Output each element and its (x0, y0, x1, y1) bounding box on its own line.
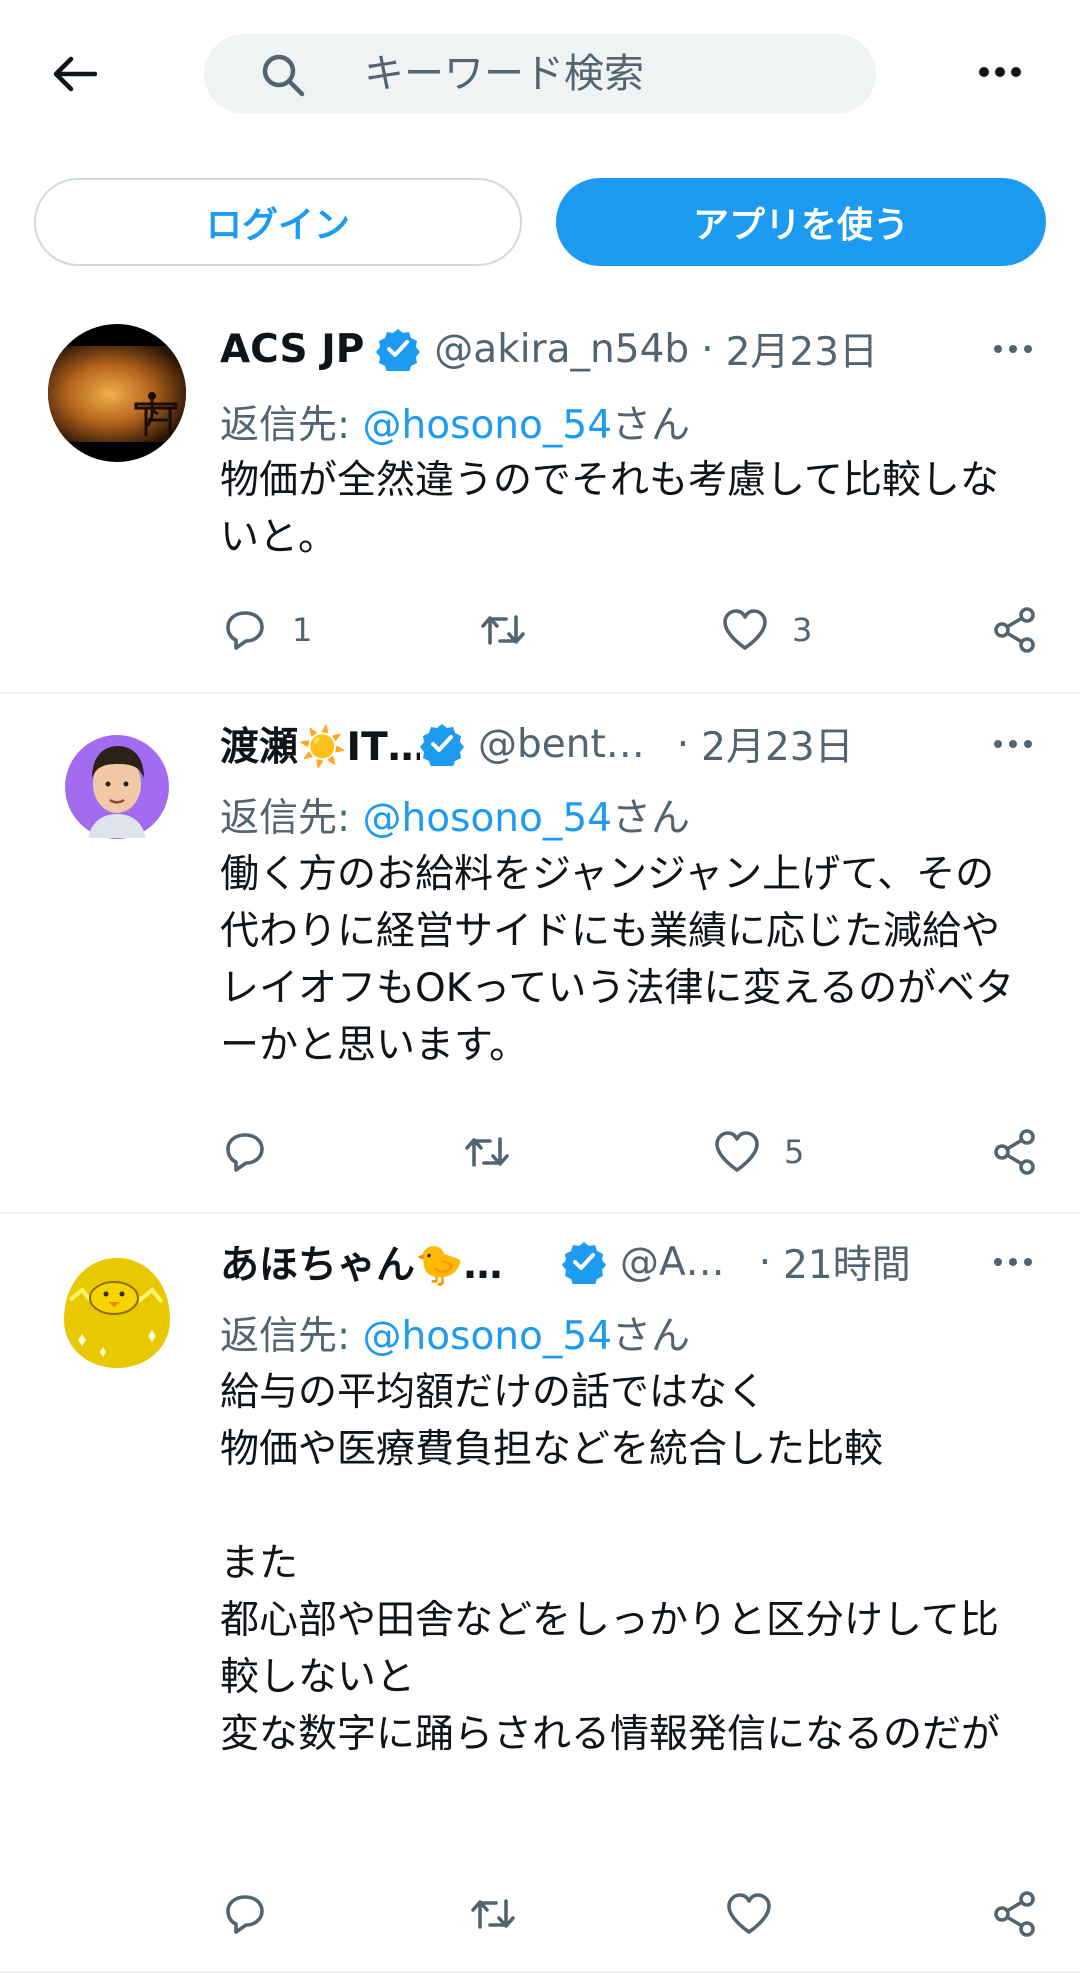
reply-icon (226, 611, 264, 650)
reply-icon (226, 1133, 264, 1172)
reply-to-line: 返信先: @hosono_54さん (220, 1305, 690, 1361)
tweet[interactable]: ACS JP @akira_n54b · 2月23日 返信先: @hosono_… (0, 298, 1080, 694)
tweet-more-icon[interactable] (988, 719, 1038, 769)
separator-dot: · (676, 721, 690, 767)
heart-icon (723, 609, 767, 650)
search-icon (260, 52, 306, 98)
verified-badge-icon (562, 1242, 606, 1284)
reply-button[interactable]: 1 (220, 602, 312, 658)
tweet-actions: 5 (220, 1124, 1040, 1180)
display-name[interactable]: ACS JP (220, 327, 364, 372)
reply-to-suffix: さん (612, 403, 691, 448)
reply-count: 1 (292, 611, 313, 649)
share-icon (994, 1891, 1035, 1937)
tweet-text: 給与の平均額だけの話ではなく 物価や医療費負担などを統合した比較 また 都心部や… (220, 1370, 1001, 1757)
like-button[interactable]: 5 (712, 1124, 804, 1180)
user-handle[interactable]: @akira_n54b (434, 327, 689, 372)
tweet[interactable]: 渡瀬☀️IT… @bent… · 2月23日 返信先: @hosono_54さん… (0, 694, 1080, 1214)
like-button[interactable] (724, 1886, 796, 1942)
share-icon (994, 1129, 1035, 1175)
tweet-header: 渡瀬☀️IT… @bent… · 2月23日 (220, 714, 1040, 774)
like-count: 5 (784, 1133, 805, 1171)
search-input[interactable] (364, 34, 844, 114)
reply-to-label: 返信先: (220, 1314, 363, 1359)
avatar[interactable] (48, 718, 186, 856)
share-button[interactable] (990, 1124, 1040, 1180)
reply-button[interactable] (220, 1124, 292, 1180)
user-handle[interactable]: @bent… (478, 722, 645, 767)
use-app-button[interactable]: アプリを使う (556, 178, 1046, 266)
tweet-more-icon[interactable] (988, 1237, 1038, 1287)
reply-to-line: 返信先: @hosono_54さん (220, 394, 690, 450)
reply-mention-link[interactable]: @hosono_54 (363, 403, 612, 448)
like-button[interactable]: 3 (720, 602, 812, 658)
tweet-text: 物価が全然違うのでそれも考慮して比較しないと。 (220, 458, 999, 560)
tweet-date[interactable]: 2月23日 (701, 716, 853, 772)
reply-mention-link[interactable]: @hosono_54 (363, 796, 612, 841)
separator-dot: · (758, 1239, 772, 1285)
display-name[interactable]: あほちゃん🐤… (220, 1234, 532, 1290)
reply-mention-link[interactable]: @hosono_54 (363, 1314, 612, 1359)
tweet[interactable]: あほちゃん🐤… @A… · 21時間 返信先: @hosono_54さん 給与の… (0, 1214, 1080, 1973)
user-handle[interactable]: @A… (620, 1240, 725, 1285)
tweet-actions (220, 1886, 1040, 1942)
reply-to-label: 返信先: (220, 403, 363, 448)
share-icon (994, 607, 1035, 653)
reply-button[interactable] (220, 1886, 292, 1942)
reply-to-label: 返信先: (220, 796, 363, 841)
auth-bar: ログイン アプリを使う (0, 148, 1080, 298)
retweet-icon (471, 1899, 515, 1929)
tweet-more-icon[interactable] (988, 324, 1038, 374)
retweet-icon (465, 1137, 509, 1167)
top-bar (0, 0, 1080, 148)
retweet-icon (481, 615, 525, 645)
tweet-header: ACS JP @akira_n54b · 2月23日 (220, 319, 1040, 379)
share-button[interactable] (990, 602, 1040, 658)
verified-badge-icon (376, 329, 421, 371)
retweet-button[interactable] (468, 1886, 540, 1942)
like-count: 3 (792, 611, 813, 649)
login-button[interactable]: ログイン (34, 178, 522, 266)
reply-icon (226, 1895, 264, 1934)
heart-icon (727, 1893, 771, 1934)
avatar[interactable] (48, 1240, 186, 1378)
tweet-text: 働く方のお給料をジャンジャン上げて、その代わりに経営サイドにも業績に応じた減給や… (220, 852, 1015, 1068)
share-button[interactable] (990, 1886, 1040, 1942)
retweet-button[interactable] (462, 1124, 534, 1180)
verified-badge-icon (420, 724, 464, 766)
separator-dot: · (701, 326, 714, 372)
reply-to-suffix: さん (612, 796, 691, 841)
tweet-date[interactable]: 21時間 (783, 1234, 911, 1290)
search-bar[interactable] (204, 34, 876, 114)
reply-to-line: 返信先: @hosono_54さん (220, 787, 690, 843)
heart-icon (715, 1131, 759, 1172)
retweet-button[interactable] (478, 602, 550, 658)
avatar[interactable] (48, 324, 186, 462)
tweet-header: あほちゃん🐤… @A… · 21時間 (220, 1232, 1040, 1292)
back-arrow-icon[interactable] (44, 48, 104, 100)
tweet-date[interactable]: 2月23日 (726, 321, 878, 377)
reply-to-suffix: さん (612, 1314, 691, 1359)
display-name[interactable]: 渡瀬☀️IT… (220, 716, 420, 772)
more-options-icon[interactable] (970, 50, 1030, 94)
tweet-actions: 1 3 (220, 602, 1040, 658)
